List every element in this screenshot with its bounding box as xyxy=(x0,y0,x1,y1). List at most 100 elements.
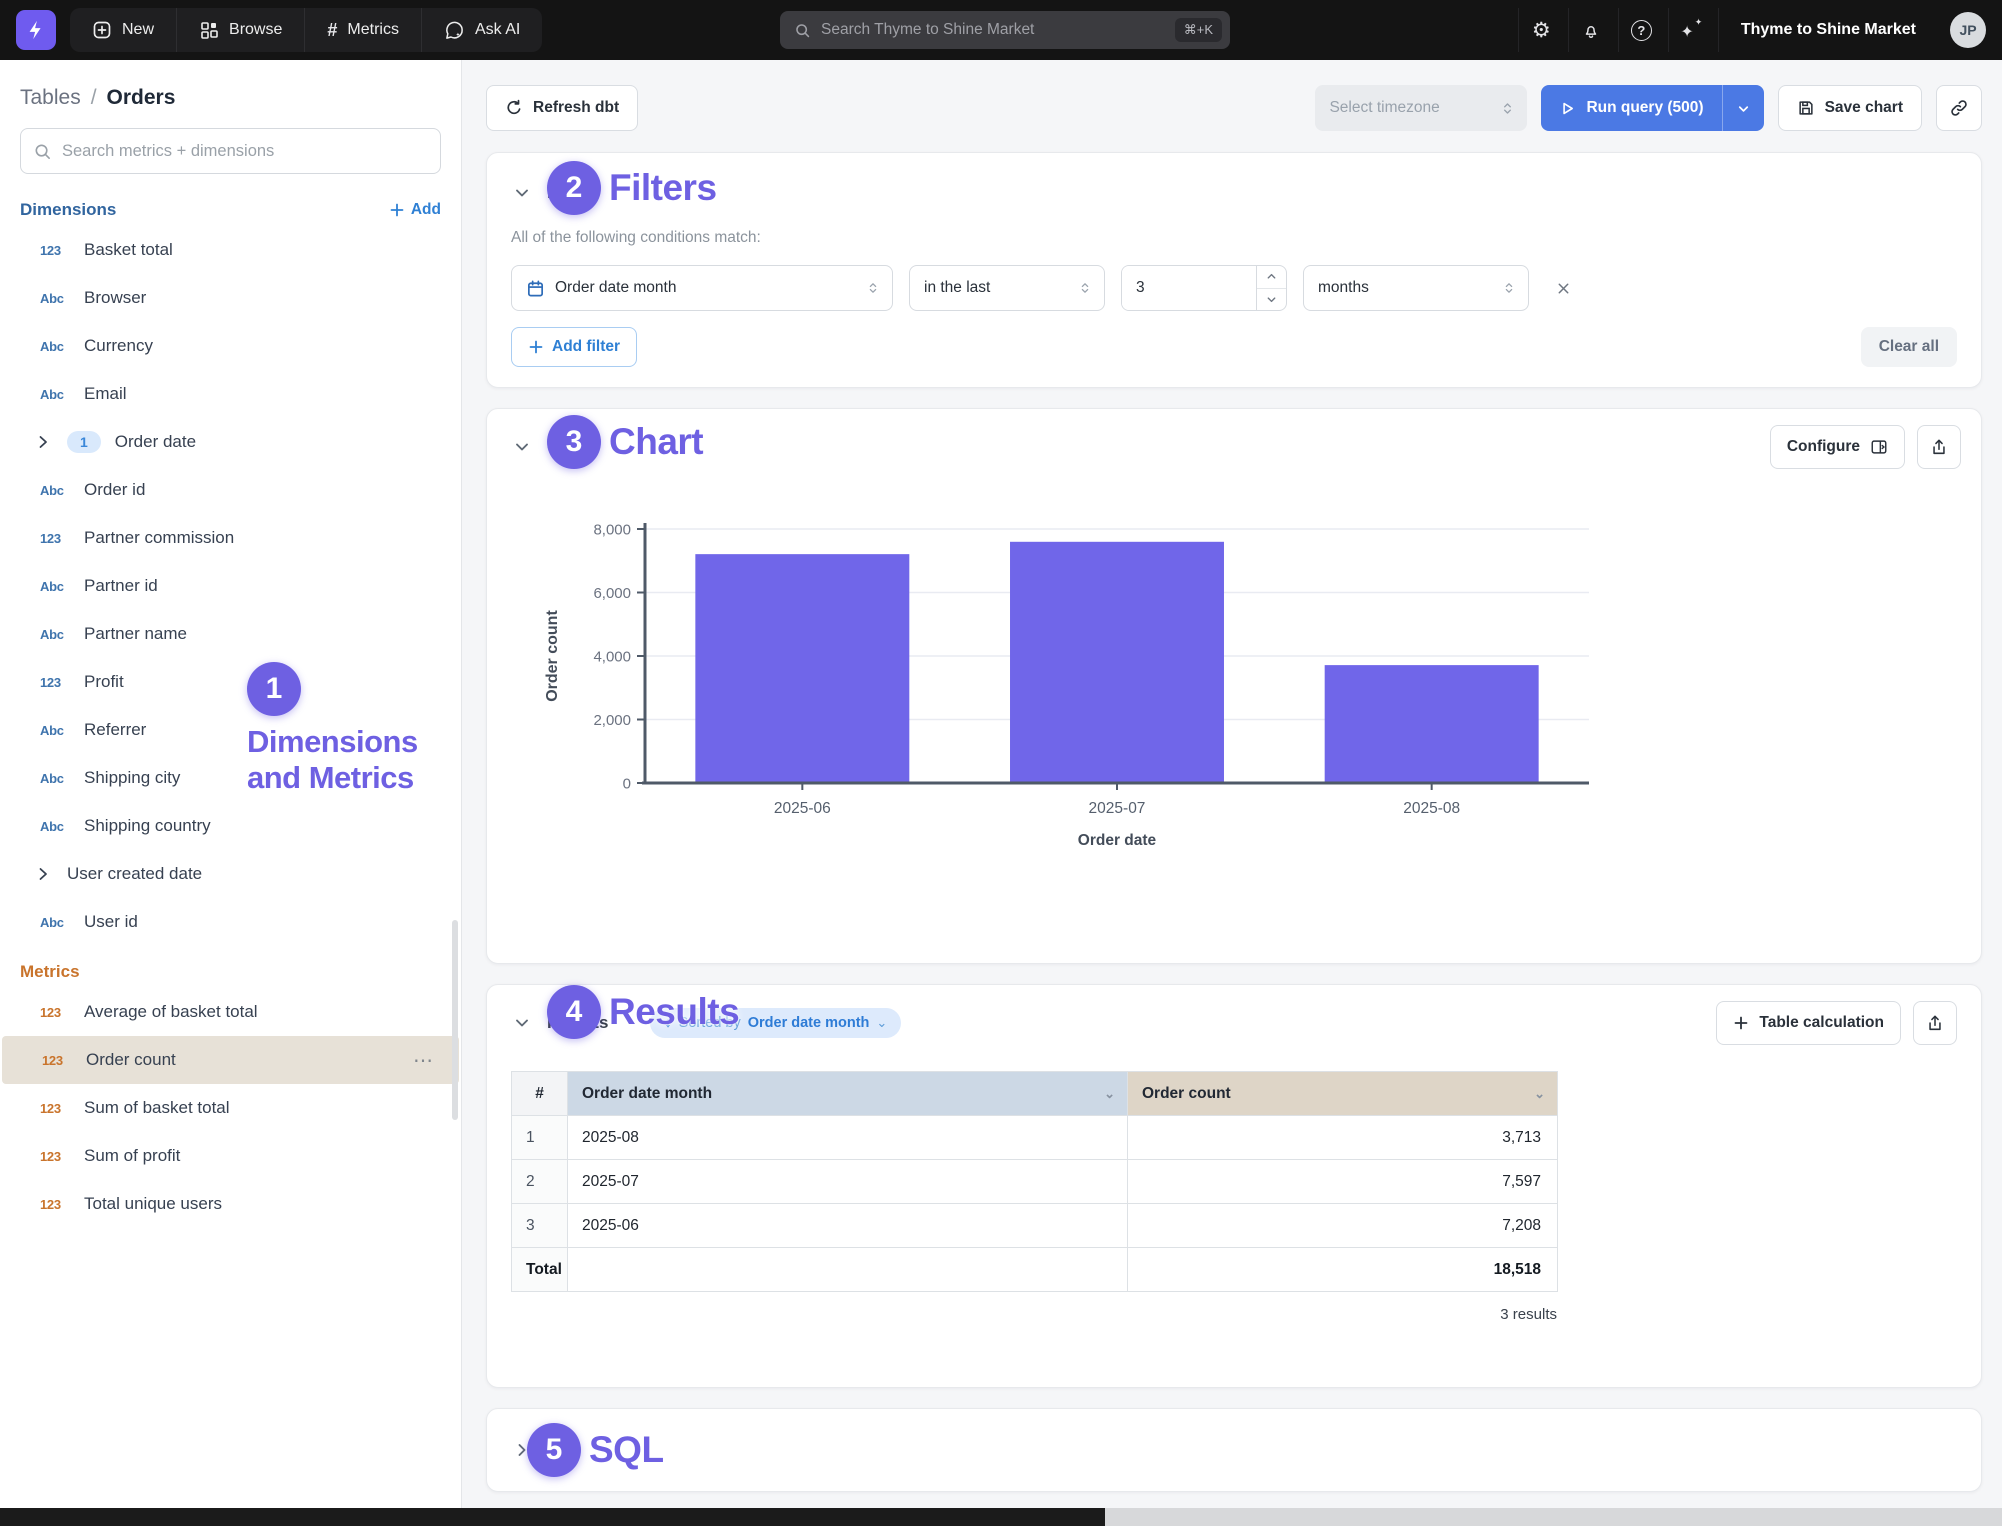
user-avatar[interactable]: JP xyxy=(1950,12,1986,48)
dimension-item[interactable]: 123 Profit xyxy=(0,658,461,706)
dimension-item-user-created-date[interactable]: User created date xyxy=(0,850,461,898)
table-row: 2 2025-07 7,597 xyxy=(512,1160,1558,1204)
save-chart-button[interactable]: Save chart xyxy=(1778,85,1922,131)
play-icon xyxy=(1559,100,1576,117)
expand-chevron-icon[interactable] xyxy=(511,1439,533,1461)
dimension-item[interactable]: Abc Order id xyxy=(0,466,461,514)
string-type-icon: Abc xyxy=(40,819,70,834)
number-type-icon: 123 xyxy=(40,243,70,258)
global-search-input[interactable]: Search Thyme to Shine Market ⌘+K xyxy=(780,11,1230,49)
table-total-row: Total 18,518 xyxy=(512,1248,1558,1292)
dimension-item[interactable]: Abc User id xyxy=(0,898,461,946)
dimension-item[interactable]: Abc Shipping city xyxy=(0,754,461,802)
share-link-button[interactable] xyxy=(1936,85,1982,131)
export-results-button[interactable] xyxy=(1913,1001,1957,1045)
results-card: Results 4 Results ↓ Sorted by Order date… xyxy=(486,984,1982,1388)
chevron-down-icon[interactable]: ⌄ xyxy=(1534,1086,1545,1102)
svg-text:2025-08: 2025-08 xyxy=(1403,800,1460,817)
add-dimension-button[interactable]: Add xyxy=(389,201,441,219)
export-chart-button[interactable] xyxy=(1917,425,1961,469)
nav-item-ask-ai[interactable]: Ask AI xyxy=(421,8,542,52)
metric-item[interactable]: 123 Total unique users xyxy=(0,1180,461,1228)
chevron-right-icon[interactable] xyxy=(33,864,53,884)
dimension-item[interactable]: 123 Partner commission xyxy=(0,514,461,562)
notifications-button[interactable] xyxy=(1568,8,1614,52)
sidebar-search-input[interactable]: Search metrics + dimensions xyxy=(20,128,441,174)
svg-text:Order count: Order count xyxy=(544,610,561,702)
sort-descending-icon: ↓ xyxy=(664,1015,671,1031)
order-count-column-header[interactable]: Order count⌄ xyxy=(1128,1072,1558,1116)
timezone-select[interactable]: Select timezone xyxy=(1315,85,1527,131)
dimension-label: Order date xyxy=(115,432,196,452)
metric-item[interactable]: 123 Sum of profit xyxy=(0,1132,461,1180)
nav-item-metrics[interactable]: # Metrics xyxy=(304,8,421,52)
nav-item-new[interactable]: New xyxy=(70,8,176,52)
top-navbar: New Browse # Metrics Ask AI Search Thyme… xyxy=(0,0,2002,60)
string-type-icon: Abc xyxy=(40,387,70,402)
sorted-by-pill[interactable]: ↓ Sorted by Order date month ⌄ xyxy=(650,1008,901,1038)
settings-button[interactable]: ⚙ xyxy=(1518,8,1564,52)
collapse-chevron-icon[interactable] xyxy=(511,182,533,204)
dimension-item[interactable]: Abc Shipping country xyxy=(0,802,461,850)
stepper-down-button[interactable] xyxy=(1257,288,1286,311)
table-row: 1 2025-08 3,713 xyxy=(512,1116,1558,1160)
breadcrumb-tables[interactable]: Tables xyxy=(20,86,81,110)
table-header-row: # Order date month⌄ Order count⌄ xyxy=(512,1072,1558,1116)
app-logo[interactable] xyxy=(16,10,56,50)
order-date-month-column-header[interactable]: Order date month⌄ xyxy=(568,1072,1128,1116)
metric-item[interactable]: 123 Average of basket total xyxy=(0,988,461,1036)
chevron-down-icon xyxy=(1736,101,1751,116)
timezone-placeholder: Select timezone xyxy=(1329,99,1439,117)
remove-filter-button[interactable] xyxy=(1545,270,1581,306)
project-switcher[interactable]: Thyme to Shine Market xyxy=(1718,8,1938,52)
dimension-item[interactable]: Abc Partner id xyxy=(0,562,461,610)
table-calculation-button[interactable]: Table calculation xyxy=(1716,1001,1901,1045)
app-screen: New Browse # Metrics Ask AI Search Thyme… xyxy=(0,0,2002,1526)
explore-sidebar: Tables / Orders Search metrics + dimensi… xyxy=(0,60,462,1508)
dimension-label: Shipping country xyxy=(84,816,211,836)
more-options-icon[interactable]: ⋯ xyxy=(405,1048,443,1073)
breadcrumb-current: Orders xyxy=(107,86,176,110)
dimension-item[interactable]: Abc Currency xyxy=(0,322,461,370)
filter-value-input[interactable] xyxy=(1122,266,1256,310)
nav-item-browse[interactable]: Browse xyxy=(176,8,304,52)
chevron-right-icon[interactable] xyxy=(33,432,53,452)
collapse-chevron-icon[interactable] xyxy=(511,436,533,458)
collapse-chevron-icon[interactable] xyxy=(511,1012,533,1034)
lightning-bolt-icon xyxy=(25,19,47,41)
dimension-label: Currency xyxy=(84,336,153,356)
chevron-down-icon[interactable]: ⌄ xyxy=(1104,1086,1115,1102)
filter-operator-select[interactable]: in the last xyxy=(909,265,1105,311)
search-placeholder: Search Thyme to Shine Market xyxy=(821,21,1165,39)
filters-card-header: Filters 2 Filters xyxy=(511,171,1957,215)
dimension-item-order-date[interactable]: 1 Order date xyxy=(0,418,461,466)
run-query-button[interactable]: Run query (500) xyxy=(1541,85,1763,131)
select-updown-icon xyxy=(1078,281,1092,295)
configure-button[interactable]: Configure xyxy=(1770,425,1905,469)
breadcrumb-separator: / xyxy=(91,86,97,110)
content-row: Tables / Orders Search metrics + dimensi… xyxy=(0,60,2002,1508)
clear-all-button[interactable]: Clear all xyxy=(1861,327,1957,367)
add-filter-button[interactable]: Add filter xyxy=(511,327,637,367)
sidebar-scrollbar[interactable] xyxy=(452,920,458,1120)
svg-text:2025-06: 2025-06 xyxy=(774,800,831,817)
filter-field-select[interactable]: Order date month xyxy=(511,265,893,311)
row-number-cell: 2 xyxy=(512,1160,568,1204)
refresh-dbt-button[interactable]: Refresh dbt xyxy=(486,85,638,131)
dimension-item[interactable]: Abc Referrer xyxy=(0,706,461,754)
order-count-cell: 7,208 xyxy=(1128,1204,1558,1248)
dimension-item[interactable]: Abc Partner name xyxy=(0,610,461,658)
ai-sparkles-button[interactable]: ✦ ✦ xyxy=(1668,8,1714,52)
run-query-main[interactable]: Run query (500) xyxy=(1541,85,1721,131)
dimension-item[interactable]: 123 Basket total xyxy=(0,226,461,274)
help-button[interactable]: ? xyxy=(1618,8,1664,52)
run-query-dropdown[interactable] xyxy=(1722,85,1764,131)
metric-item-order-count-selected[interactable]: 123 Order count ⋯ xyxy=(2,1036,459,1084)
dimension-item[interactable]: Abc Browser xyxy=(0,274,461,322)
stepper-up-button[interactable] xyxy=(1257,266,1286,288)
sidebar-search-placeholder: Search metrics + dimensions xyxy=(62,142,274,161)
metric-item[interactable]: 123 Sum of basket total xyxy=(0,1084,461,1132)
dimension-item[interactable]: Abc Email xyxy=(0,370,461,418)
metric-label: Average of basket total xyxy=(84,1002,258,1022)
filter-unit-select[interactable]: months xyxy=(1303,265,1529,311)
